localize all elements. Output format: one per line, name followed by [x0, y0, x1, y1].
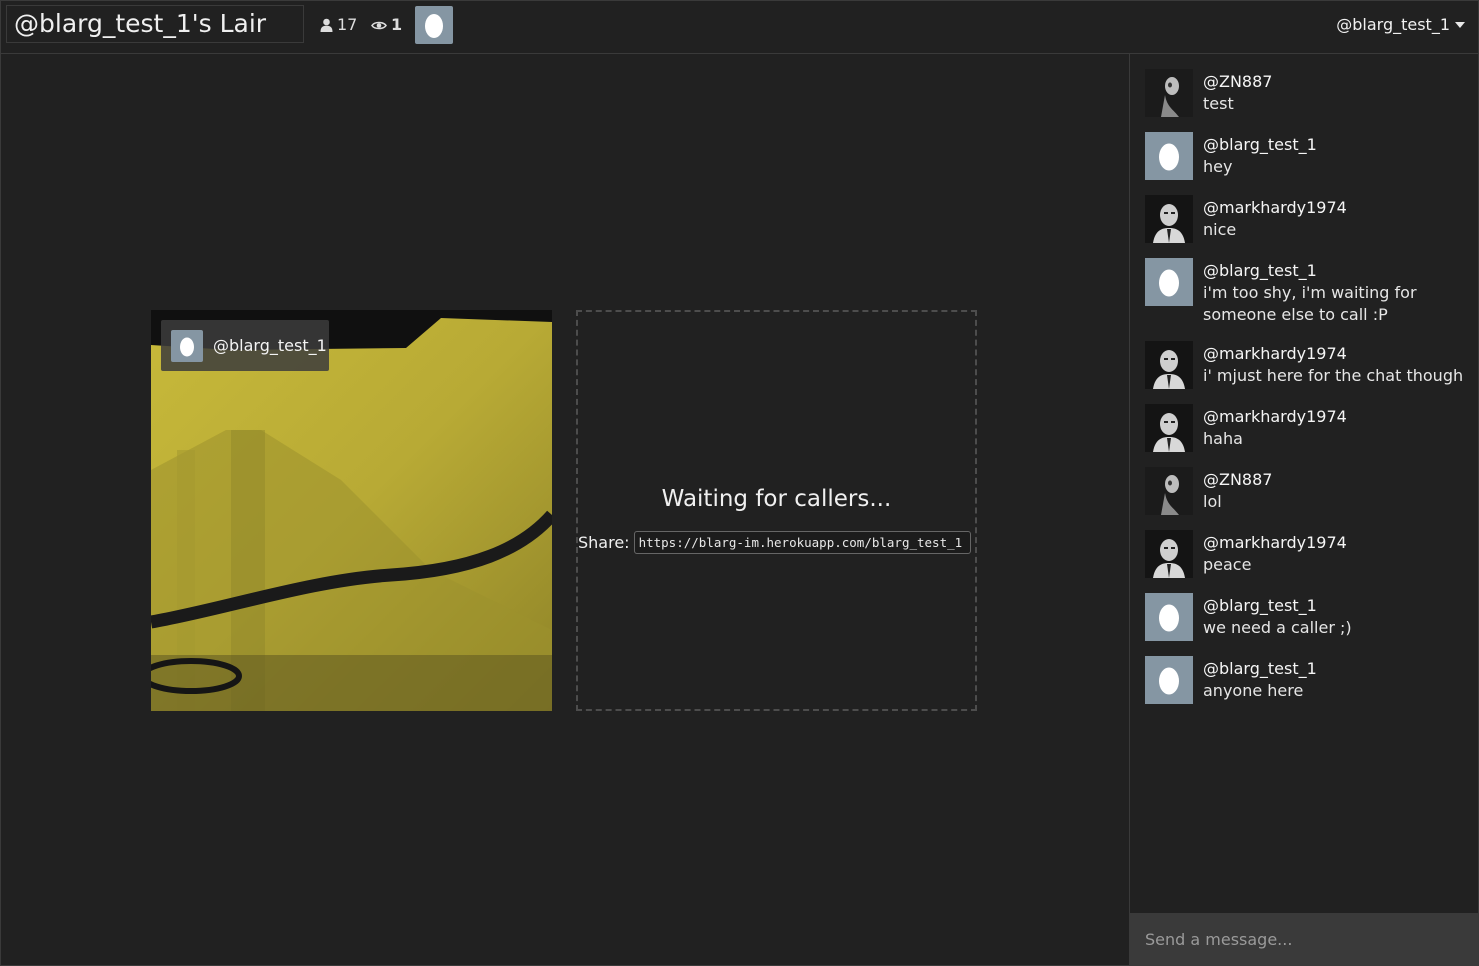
share-url[interactable]: https://blarg-im.herokuapp.com/blarg_tes…	[633, 531, 971, 554]
chat-message-body: @markhardy1974 nice	[1203, 195, 1347, 243]
egg-avatar	[171, 329, 203, 362]
chat-message: @blarg_test_1 anyone here	[1145, 656, 1470, 704]
chat-message-body: @blarg_test_1 i'm too shy, i'm waiting fo…	[1203, 258, 1470, 326]
message-list[interactable]: @ZN887 test @blarg_test_1 hey @markhardy1974…	[1145, 69, 1470, 719]
eye-icon	[371, 21, 387, 29]
user-photo-avatar[interactable]	[1145, 341, 1193, 389]
user-photo-avatar[interactable]	[1145, 195, 1193, 243]
chat-message-text: i'm too shy, i'm waiting for someone els…	[1203, 283, 1417, 324]
chat-message: @markhardy1974 i' mjust here for the chat…	[1145, 341, 1470, 389]
share-label: Share:	[578, 533, 630, 552]
chat-message-author[interactable]: @blarg_test_1	[1203, 658, 1317, 680]
local-video: @blarg_test_1	[151, 310, 552, 711]
chat-message-text: haha	[1203, 429, 1243, 448]
chat-message-body: @markhardy1974 peace	[1203, 530, 1347, 578]
chat-panel: @ZN887 test @blarg_test_1 hey @markhardy1974…	[1129, 54, 1479, 966]
chat-message-author[interactable]: @markhardy1974	[1203, 532, 1347, 554]
chat-message-body: @blarg_test_1 we need a caller ;)	[1203, 593, 1352, 641]
chat-message-text: anyone here	[1203, 681, 1304, 700]
user-photo-avatar[interactable]	[1145, 530, 1193, 578]
chat-message: @ZN887 test	[1145, 69, 1470, 117]
chat-message-text: nice	[1203, 220, 1237, 239]
chat-message-author[interactable]: @ZN887	[1203, 469, 1272, 491]
chat-message-text: hey	[1203, 157, 1233, 176]
viewer-count: 1	[371, 14, 402, 36]
chat-message: @blarg_test_1 hey	[1145, 132, 1470, 180]
chat-message-body: @ZN887 lol	[1203, 467, 1272, 515]
chat-message-body: @blarg_test_1 anyone here	[1203, 656, 1317, 704]
caller-slot: Waiting for callers... Share: https://bl…	[576, 310, 977, 711]
chat-message-author[interactable]: @markhardy1974	[1203, 406, 1347, 428]
user-count: 17	[320, 14, 357, 36]
egg-avatar[interactable]	[1145, 593, 1193, 641]
chat-message-author[interactable]: @markhardy1974	[1203, 343, 1463, 365]
message-input[interactable]	[1130, 913, 1479, 966]
chat-message: @markhardy1974 haha	[1145, 404, 1470, 452]
user-photo-avatar[interactable]	[1145, 69, 1193, 117]
chat-message-text: we need a caller ;)	[1203, 618, 1352, 637]
user-count-value: 17	[337, 15, 358, 34]
chat-message-author[interactable]: @blarg_test_1	[1203, 260, 1470, 282]
chat-message-author[interactable]: @markhardy1974	[1203, 197, 1347, 219]
user-photo-avatar[interactable]	[1145, 404, 1193, 452]
egg-avatar[interactable]	[1145, 132, 1193, 180]
user-icon	[320, 18, 333, 32]
chat-message-text: test	[1203, 94, 1234, 113]
viewer-count-value: 1	[391, 15, 403, 34]
chat-message: @markhardy1974 nice	[1145, 195, 1470, 243]
current-user-avatar[interactable]	[415, 6, 453, 44]
chat-message-text: peace	[1203, 555, 1252, 574]
chat-message-author[interactable]: @blarg_test_1	[1203, 595, 1352, 617]
chat-message-body: @blarg_test_1 hey	[1203, 132, 1317, 180]
chat-message-body: @markhardy1974 i' mjust here for the chat…	[1203, 341, 1463, 389]
chat-message-author[interactable]: @blarg_test_1	[1203, 134, 1317, 156]
user-menu-label: @blarg_test_1	[1336, 15, 1450, 34]
user-menu-dropdown[interactable]: @blarg_test_1	[1336, 14, 1465, 36]
chat-message-body: @ZN887 test	[1203, 69, 1272, 117]
user-photo-avatar[interactable]	[1145, 467, 1193, 515]
share-row: Share: https://blarg-im.herokuapp.com/bl…	[578, 531, 971, 554]
local-video-username: @blarg_test_1	[213, 336, 327, 355]
chat-message-text: lol	[1203, 492, 1222, 511]
caret-down-icon	[1455, 22, 1465, 28]
waiting-message: Waiting for callers...	[661, 486, 892, 512]
chat-message: @blarg_test_1 i'm too shy, i'm waiting fo…	[1145, 258, 1470, 326]
chat-message: @markhardy1974 peace	[1145, 530, 1470, 578]
room-title[interactable]: @blarg_test_1's Lair	[6, 5, 304, 43]
egg-avatar[interactable]	[1145, 656, 1193, 704]
egg-avatar[interactable]	[1145, 258, 1193, 306]
chat-message: @ZN887 lol	[1145, 467, 1470, 515]
top-bar: @blarg_test_1's Lair 17 1 @blarg_test_1	[0, 0, 1479, 54]
chat-message: @blarg_test_1 we need a caller ;)	[1145, 593, 1470, 641]
chat-message-text: i' mjust here for the chat though	[1203, 366, 1464, 385]
chat-message-body: @markhardy1974 haha	[1203, 404, 1347, 452]
chat-message-author[interactable]: @ZN887	[1203, 71, 1272, 93]
local-video-name-tag: @blarg_test_1	[161, 320, 329, 371]
